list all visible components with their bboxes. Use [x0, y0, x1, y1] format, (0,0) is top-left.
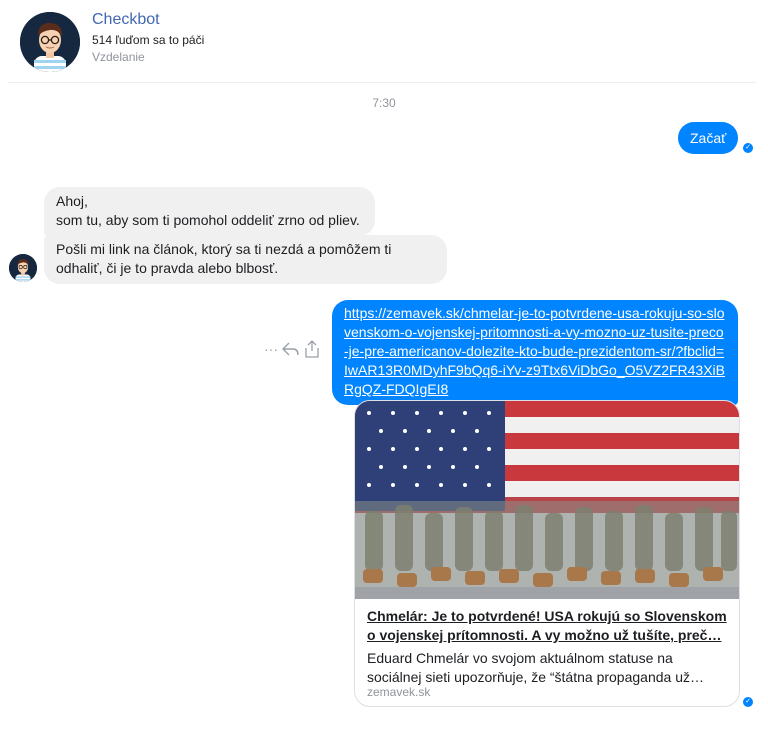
header-divider: [8, 82, 756, 83]
page-category: Vzdelanie: [92, 50, 145, 64]
message-actions: ···: [264, 340, 320, 358]
link-preview-domain: zemavek.sk: [367, 685, 431, 699]
message-timestamp: 7:30: [372, 96, 396, 110]
reply-icon[interactable]: [282, 341, 300, 357]
share-icon[interactable]: [304, 340, 320, 358]
outgoing-message-start[interactable]: Začať: [678, 122, 739, 154]
link-preview-description: Eduard Chmelár vo svojom aktuálnom statu…: [367, 650, 704, 685]
greeting-line-2: som tu, aby som ti pomohol oddeliť zrno …: [56, 212, 360, 228]
seen-check-icon-2: ✓: [743, 697, 753, 707]
avatar-illustration-small: [9, 254, 37, 282]
incoming-message-instructions[interactable]: Pošli mi link na článok, ktorý sa ti nez…: [44, 235, 447, 284]
bot-avatar[interactable]: [9, 254, 37, 282]
page-likes-count: 514 ľuďom sa to páči: [92, 33, 205, 47]
outgoing-message-link[interactable]: https://zemavek.sk/chmelar-je-to-potvrde…: [332, 300, 738, 405]
page-avatar[interactable]: [20, 12, 80, 72]
link-preview-image: [355, 401, 739, 599]
article-link[interactable]: https://zemavek.sk/chmelar-je-to-potvrde…: [344, 305, 725, 397]
page-header: Checkbot 514 ľuďom sa to páči Vzdelanie: [0, 0, 768, 82]
link-preview-card[interactable]: Chmelár: Je to potvrdené! USA rokujú so …: [354, 400, 740, 707]
link-preview-title[interactable]: Chmelár: Je to potvrdené! USA rokujú so …: [367, 607, 727, 645]
greeting-line-1: Ahoj,: [56, 193, 88, 209]
more-icon[interactable]: ···: [264, 341, 278, 357]
avatar-illustration: [20, 12, 80, 72]
page-title[interactable]: Checkbot: [92, 11, 160, 29]
seen-check-icon: ✓: [743, 143, 753, 153]
incoming-message-greeting[interactable]: Ahoj, som tu, aby som ti pomohol oddeliť…: [44, 187, 375, 236]
